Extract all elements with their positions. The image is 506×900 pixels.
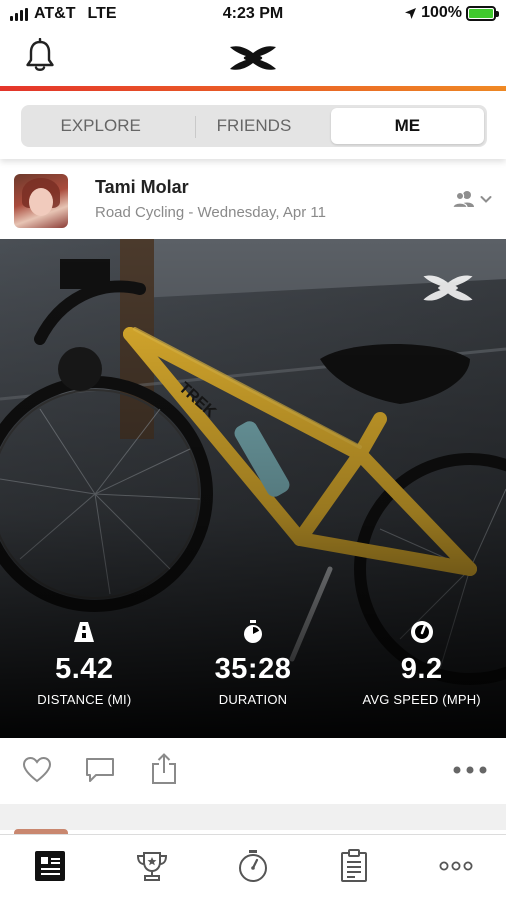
nav-log[interactable] — [337, 849, 371, 883]
speedometer-icon — [410, 621, 433, 643]
status-right: 100% — [404, 4, 499, 22]
under-armour-logo — [230, 46, 276, 70]
duration-label: DURATION — [218, 692, 288, 707]
friends-privacy-icon — [452, 191, 474, 209]
challenges-trophy-icon — [136, 852, 168, 881]
privacy-selector[interactable] — [451, 189, 492, 209]
stopwatch-icon — [244, 620, 262, 643]
bottom-nav — [0, 834, 506, 900]
more-icon[interactable] — [453, 766, 487, 774]
feed-separator — [0, 804, 506, 830]
tab-bar: EXPLORE FRIENDS ME — [0, 91, 506, 159]
avatar[interactable] — [14, 174, 68, 228]
nav-record[interactable] — [236, 849, 270, 883]
avg-speed-label: AVG SPEED (MPH) — [362, 692, 481, 707]
app-header — [0, 30, 506, 86]
tab-friends[interactable]: FRIENDS — [177, 108, 330, 144]
distance-value: 5.42 — [55, 653, 114, 685]
activity-photo[interactable]: TREK 5.42 DISTANCE (MI) — [0, 239, 506, 738]
stat-duration: 35:28 DURATION — [169, 608, 338, 738]
nav-feed[interactable] — [33, 849, 67, 883]
tab-me[interactable]: ME — [330, 108, 484, 144]
nav-more[interactable] — [436, 849, 476, 883]
duration-value: 35:28 — [214, 653, 292, 685]
activity-stats: 5.42 DISTANCE (MI) 35:28 DURATION 9.2 AV… — [0, 608, 506, 738]
stat-avg-speed: 9.2 AVG SPEED (MPH) — [337, 608, 506, 738]
share-icon[interactable] — [150, 753, 178, 785]
post-header: Tami Molar Road Cycling - Wednesday, Apr… — [0, 163, 506, 239]
bell-icon[interactable] — [24, 38, 56, 74]
segmented-control: EXPLORE FRIENDS ME — [21, 105, 487, 147]
location-arrow-icon — [405, 7, 417, 19]
post-actions — [0, 738, 506, 804]
tab-explore[interactable]: EXPLORE — [24, 108, 177, 144]
nav-challenges[interactable] — [135, 849, 169, 883]
avg-speed-value: 9.2 — [400, 653, 443, 685]
heart-icon[interactable] — [22, 756, 52, 784]
comment-icon[interactable] — [84, 756, 116, 784]
tab-divider — [195, 116, 196, 138]
more-icon — [439, 861, 473, 871]
feed-icon — [35, 851, 65, 881]
status-bar: AT&T LTE 4:23 PM 100% — [0, 0, 506, 30]
under-armour-watermark — [423, 275, 473, 301]
chevron-down-icon — [480, 196, 492, 203]
record-stopwatch-icon — [239, 850, 267, 882]
activity-subtitle: Road Cycling - Wednesday, Apr 11 — [95, 204, 326, 221]
stat-distance: 5.42 DISTANCE (MI) — [0, 608, 169, 738]
battery-percent: 100% — [421, 4, 462, 21]
battery-icon — [466, 5, 499, 21]
road-icon — [74, 622, 95, 642]
distance-label: DISTANCE (MI) — [37, 692, 132, 707]
user-name[interactable]: Tami Molar — [95, 177, 189, 198]
log-clipboard-icon — [341, 849, 367, 882]
